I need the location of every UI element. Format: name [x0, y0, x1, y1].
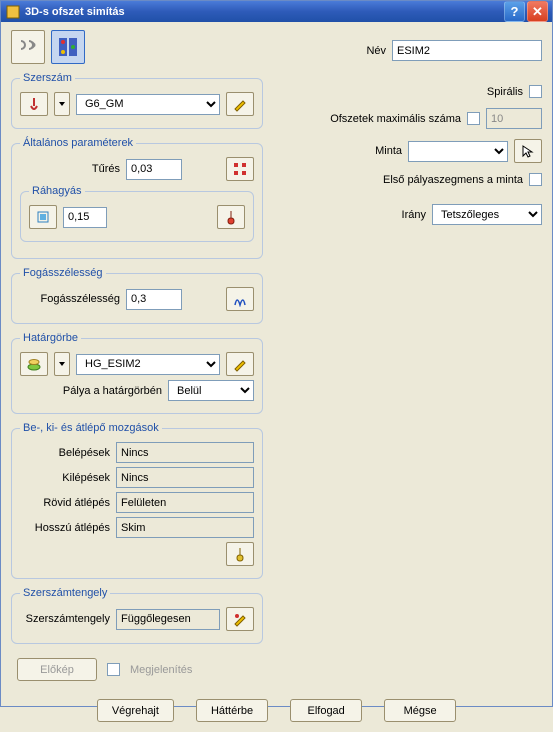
- footer-buttons: Végrehajt Háttérbe Elfogad Mégse: [11, 699, 542, 722]
- hatar-edit-icon[interactable]: [226, 352, 254, 376]
- minta-label: Minta: [375, 145, 402, 157]
- mozgasok-group: Be-, ki- és átlépő mozgások Belépések Ni…: [11, 422, 263, 579]
- ofszetmax-value: 10: [486, 108, 542, 129]
- tool-icon[interactable]: [20, 92, 48, 116]
- preview-checkbox[interactable]: [107, 663, 120, 676]
- window-title: 3D-s ofszet simítás: [25, 6, 125, 18]
- hatar-group: Határgörbe HG_ESIM2: [11, 332, 263, 414]
- tures-input[interactable]: [126, 159, 182, 180]
- rahagyas-input[interactable]: [63, 207, 107, 228]
- right-column: Név Spirális Ofszetek maximális száma 10…: [283, 30, 542, 681]
- spiralis-checkbox[interactable]: [529, 85, 542, 98]
- irany-label: Irány: [402, 209, 426, 221]
- belepesek-value: Nincs: [116, 442, 254, 463]
- app-icon: [5, 4, 21, 20]
- fogas-input[interactable]: [126, 289, 182, 310]
- vegrehajt-button[interactable]: Végrehajt: [97, 699, 174, 722]
- rovid-value: Felületen: [116, 492, 254, 513]
- palya-select[interactable]: Belül: [168, 380, 254, 401]
- fogas-legend: Fogásszélesség: [20, 267, 106, 279]
- minta-cursor-icon[interactable]: [514, 139, 542, 163]
- tengely-edit-icon[interactable]: [226, 607, 254, 631]
- hatar-select[interactable]: HG_ESIM2: [76, 354, 220, 375]
- left-column: Szerszám G6_GM: [11, 30, 263, 681]
- spiralis-label: Spirális: [487, 86, 523, 98]
- name-input[interactable]: [392, 40, 542, 61]
- hatar-icon[interactable]: [20, 352, 48, 376]
- hosszu-label: Hosszú átlépés: [20, 522, 110, 534]
- irany-select[interactable]: Tetszőleges: [432, 204, 542, 225]
- szerszam-edit-icon[interactable]: [226, 92, 254, 116]
- minta-select[interactable]: [408, 141, 508, 162]
- dialog-body: Szerszám G6_GM: [1, 22, 552, 732]
- kilepesek-value: Nincs: [116, 467, 254, 488]
- tengely-legend: Szerszámtengely: [20, 587, 110, 599]
- hatterbe-button[interactable]: Háttérbe: [196, 699, 268, 722]
- tures-extra-icon[interactable]: [226, 157, 254, 181]
- strategy-icon-1[interactable]: [11, 30, 45, 64]
- tengely-group: Szerszámtengely Szerszámtengely Függőleg…: [11, 587, 263, 644]
- rovid-label: Rövid átlépés: [20, 497, 110, 509]
- fogas-icon[interactable]: [226, 287, 254, 311]
- ofszetmax-checkbox[interactable]: [467, 112, 480, 125]
- altparam-legend: Általános paraméterek: [20, 137, 136, 149]
- rahagyas-icon[interactable]: [29, 205, 57, 229]
- tengely-label: Szerszámtengely: [20, 613, 110, 625]
- ofszetmax-label: Ofszetek maximális száma: [330, 113, 461, 125]
- fogas-label: Fogásszélesség: [20, 293, 120, 305]
- strategy-icon-2[interactable]: [51, 30, 85, 64]
- tures-label: Tűrés: [20, 163, 120, 175]
- szerszam-legend: Szerszám: [20, 72, 75, 84]
- fogas-group: Fogásszélesség Fogásszélesség: [11, 267, 263, 324]
- szerszam-group: Szerszám G6_GM: [11, 72, 263, 129]
- megse-button[interactable]: Mégse: [384, 699, 456, 722]
- mozgasok-edit-icon[interactable]: [226, 542, 254, 566]
- palya-label: Pálya a határgörbén: [63, 385, 162, 397]
- rahagyas-tool-icon[interactable]: [217, 205, 245, 229]
- titlebar: 3D-s ofszet simítás ? ✕: [1, 1, 552, 22]
- mozgasok-legend: Be-, ki- és átlépő mozgások: [20, 422, 162, 434]
- tool-dropdown-icon[interactable]: [54, 92, 70, 116]
- elfogad-button[interactable]: Elfogad: [290, 699, 362, 722]
- elsopalya-label: Első pályaszegmens a minta: [383, 174, 523, 186]
- dialog-window: 3D-s ofszet simítás ? ✕ Szerszám: [0, 0, 553, 707]
- hatar-dropdown-icon[interactable]: [54, 352, 70, 376]
- tengely-value: Függőlegesen: [116, 609, 220, 630]
- belepesek-label: Belépések: [20, 447, 110, 459]
- elsopalya-checkbox[interactable]: [529, 173, 542, 186]
- help-button[interactable]: ?: [504, 1, 525, 22]
- szerszam-select[interactable]: G6_GM: [76, 94, 220, 115]
- kilepesek-label: Kilépések: [20, 472, 110, 484]
- rahagyas-group: Ráhagyás: [20, 185, 254, 242]
- hosszu-value: Skim: [116, 517, 254, 538]
- close-button[interactable]: ✕: [527, 1, 548, 22]
- preview-checkbox-label: Megjelenítés: [130, 664, 192, 676]
- hatar-legend: Határgörbe: [20, 332, 81, 344]
- preview-button[interactable]: Előkép: [17, 658, 97, 681]
- altparam-group: Általános paraméterek Tűrés Ráhagyás: [11, 137, 263, 259]
- name-label: Név: [366, 45, 386, 57]
- rahagyas-legend: Ráhagyás: [29, 185, 85, 197]
